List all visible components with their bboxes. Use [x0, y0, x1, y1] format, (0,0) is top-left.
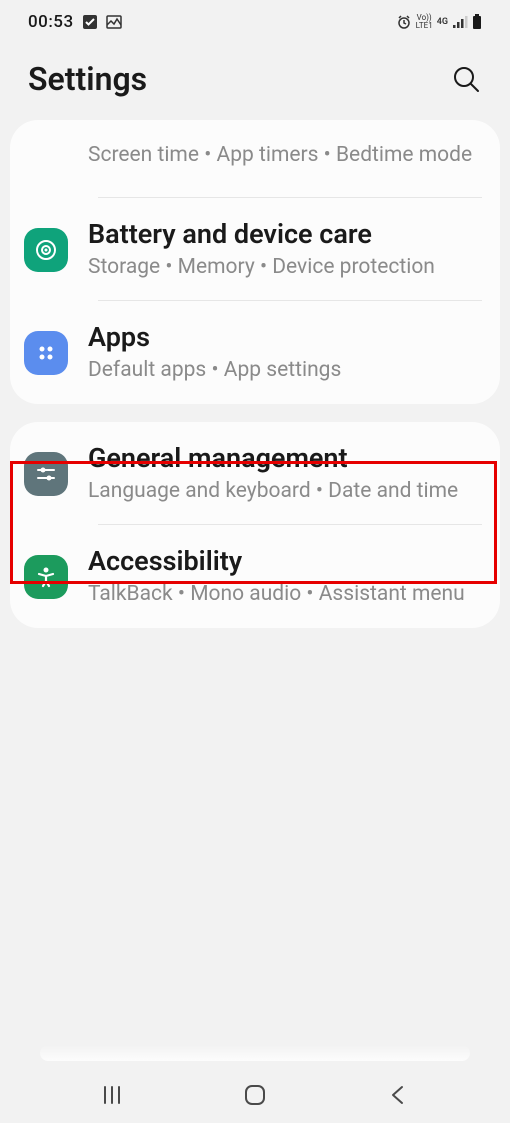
settings-item-digital-wellbeing-partial[interactable]: Screen time • App timers • Bedtime mode	[10, 120, 500, 198]
apps-icon	[24, 331, 68, 375]
header: Settings	[0, 40, 510, 120]
home-button[interactable]	[215, 1075, 295, 1115]
item-title: Accessibility	[88, 545, 482, 579]
settings-card: General management Language and keyboard…	[10, 422, 500, 628]
settings-card: Screen time • App timers • Bedtime mode …	[10, 120, 500, 404]
settings-item-accessibility[interactable]: Accessibility TalkBack • Mono audio • As…	[10, 525, 500, 628]
alarm-icon	[396, 14, 412, 30]
settings-item-apps[interactable]: Apps Default apps • App settings	[10, 301, 500, 404]
picture-icon	[106, 14, 122, 30]
item-subtitle: Language and keyboard • Date and time	[88, 478, 482, 505]
status-time: 00:53	[28, 12, 74, 32]
back-button[interactable]	[358, 1075, 438, 1115]
item-text: Battery and device care Storage • Memory…	[88, 218, 482, 281]
navigation-bar	[0, 1067, 510, 1123]
settings-item-battery-device-care[interactable]: Battery and device care Storage • Memory…	[10, 198, 500, 301]
home-icon	[243, 1083, 267, 1107]
page-title: Settings	[28, 60, 147, 98]
item-text: General management Language and keyboard…	[88, 442, 482, 505]
checkbox-icon	[82, 14, 98, 30]
item-text: Accessibility TalkBack • Mono audio • As…	[88, 545, 482, 608]
scroll-hint	[40, 1045, 470, 1061]
search-button[interactable]	[450, 63, 482, 95]
volte-indicator: Vo))LTE1	[416, 14, 433, 30]
item-text: Apps Default apps • App settings	[88, 321, 482, 384]
settings-item-general-management[interactable]: General management Language and keyboard…	[10, 422, 500, 525]
item-title: Apps	[88, 321, 482, 355]
battery-icon	[472, 14, 482, 30]
device-care-icon	[24, 228, 68, 272]
general-management-icon	[24, 452, 68, 496]
item-subtitle: Storage • Memory • Device protection	[88, 254, 482, 281]
network-indicator: 4G	[437, 17, 448, 27]
signal-icon	[452, 15, 468, 29]
recents-icon	[101, 1084, 123, 1106]
recents-button[interactable]	[72, 1075, 152, 1115]
item-title: Battery and device care	[88, 218, 482, 252]
item-text: Screen time • App timers • Bedtime mode	[88, 142, 482, 169]
item-subtitle: Default apps • App settings	[88, 357, 482, 384]
item-subtitle: TalkBack • Mono audio • Assistant menu	[88, 581, 482, 608]
status-right: Vo))LTE1 4G	[396, 14, 482, 30]
status-left: 00:53	[28, 12, 122, 32]
item-subtitle: Screen time • App timers • Bedtime mode	[88, 142, 482, 169]
accessibility-icon	[24, 555, 68, 599]
search-icon	[450, 63, 482, 95]
back-icon	[388, 1084, 408, 1106]
status-bar: 00:53 Vo))LTE1 4G	[0, 0, 510, 40]
item-title: General management	[88, 442, 482, 476]
